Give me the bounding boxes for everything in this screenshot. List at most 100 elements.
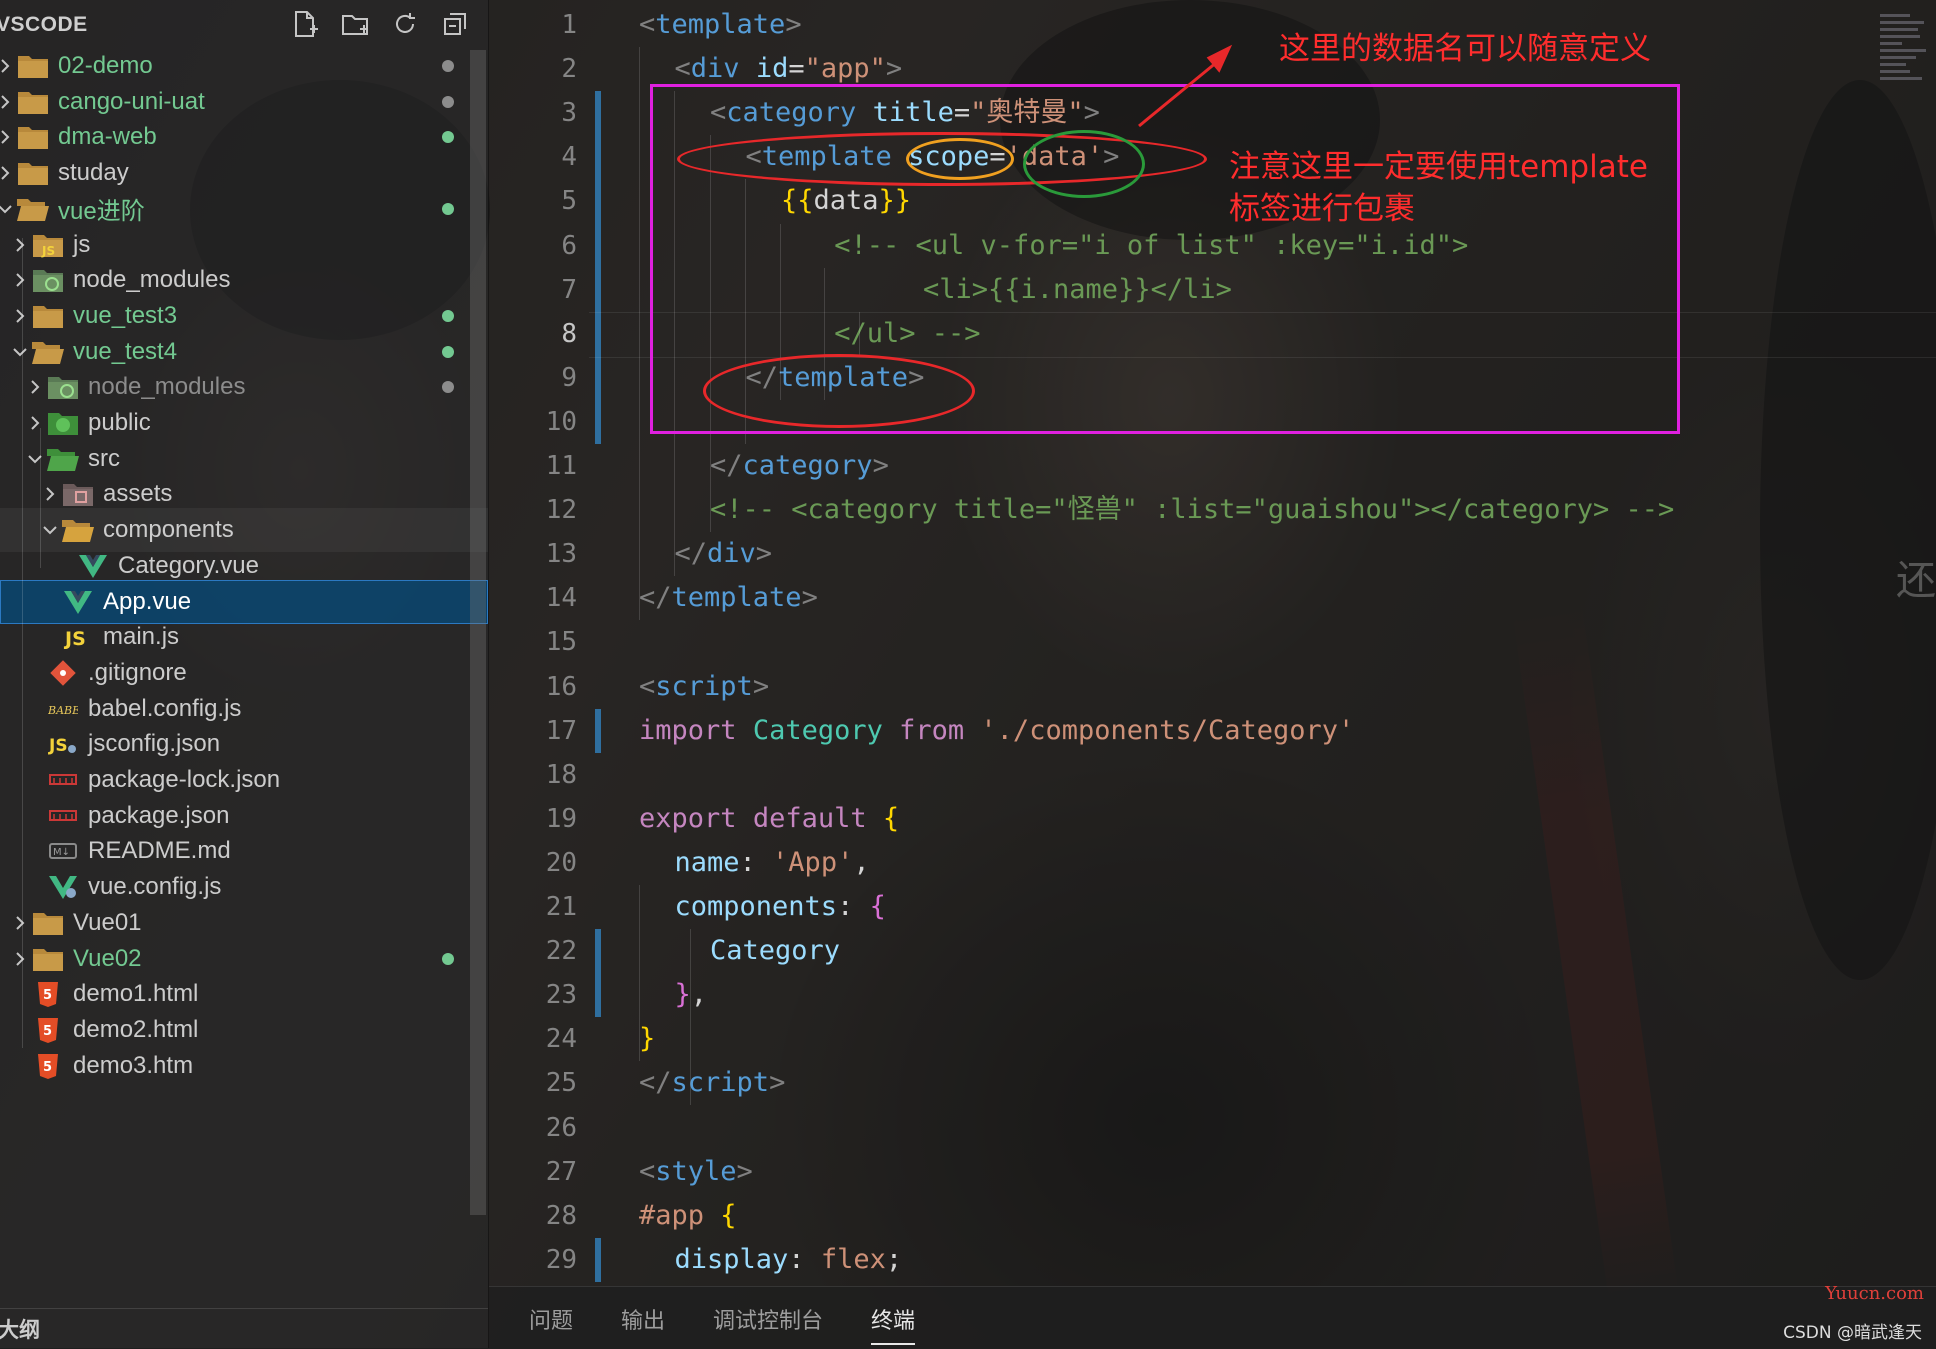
tree-item[interactable]: 5 demo3.htm (0, 1044, 488, 1088)
folder-icon (16, 122, 50, 152)
folder-icon (31, 908, 65, 938)
tree-item-label: babel.config.js (88, 694, 242, 722)
tree-item-label: node_modules (73, 266, 231, 294)
folder-src-icon (46, 444, 80, 474)
tree-item-label: vue_test3 (73, 301, 178, 329)
file-tree: 02-demo cango-uni-uat dma-web studay vue进阶 JS… (0, 48, 488, 1308)
bottom-panel: 问题 输出 调试控制台 终端 Yuucn.com CSDN @暗武逢天 (489, 1283, 1936, 1349)
panel-tabs: 问题 输出 调试控制台 终端 (529, 1303, 916, 1345)
git-status-dot (442, 345, 454, 358)
new-folder-icon[interactable] (340, 8, 370, 40)
tree-item-label: Vue01 (73, 908, 142, 936)
tree-item-label: assets (103, 480, 173, 508)
explorer-title: VSCODE (0, 13, 88, 36)
svg-text:JS: JS (63, 628, 86, 650)
sidebar-scrollbar[interactable] (470, 50, 486, 1215)
git-status-dot (442, 131, 454, 144)
svg-text:M↓: M↓ (53, 847, 70, 858)
npm-icon (46, 765, 80, 795)
watermark-site: Yuucn.com (1825, 1283, 1924, 1304)
tree-indent-guide (40, 428, 41, 568)
tree-item-label: src (88, 444, 120, 472)
svg-text:JS: JS (41, 244, 55, 258)
annotation-arrow (1138, 44, 1233, 128)
folder-open-icon (31, 337, 65, 367)
tree-item-label: Category.vue (118, 551, 259, 579)
annotation-note-side-1: 注意这里一定要使用template (1229, 149, 1648, 185)
panel-tab[interactable]: 输出 (621, 1303, 665, 1345)
tree-item-label: README.md (88, 837, 231, 865)
git-status-dot (442, 952, 454, 965)
refresh-icon[interactable] (390, 8, 420, 40)
annotation-note-top: 这里的数据名可以随意定义 (1279, 31, 1651, 67)
panel-tab[interactable]: 调试控制台 (713, 1303, 823, 1345)
svg-text:BABEL: BABEL (48, 704, 78, 717)
tree-item-label: studay (58, 159, 129, 187)
folder-js-icon: JS (31, 230, 65, 260)
tree-item-label: js (73, 230, 91, 258)
vueconfig-icon (46, 872, 80, 902)
code-editor[interactable]: 1 2 3 4 5 6 7 8 9 10 11 12 13 14 15 16 17 18 19 20 21 22 23 24 2… (489, 0, 1936, 1286)
git-status-dot (442, 202, 454, 215)
folder-components-icon (61, 515, 95, 545)
svg-text:JS: JS (48, 736, 68, 756)
tree-item-label: vue_test4 (73, 337, 178, 365)
outline-section[interactable]: 大纲 (0, 1308, 488, 1349)
folder-icon (16, 51, 50, 81)
git-status-dot (442, 381, 454, 394)
js-icon: JS (61, 622, 95, 652)
tree-item-label: jsconfig.json (88, 730, 221, 758)
npm-icon (46, 801, 80, 831)
folder-open-icon (16, 194, 50, 224)
tree-item-label: cango-uni-uat (58, 87, 205, 115)
tree-item-label: App.vue (103, 587, 192, 615)
tree-item-label: .gitignore (88, 658, 187, 686)
explorer-header: VSCODE (0, 0, 488, 50)
svg-text:5: 5 (43, 1024, 52, 1039)
folder-icon (16, 158, 50, 188)
tree-item-label: package.json (88, 801, 230, 829)
vue-icon (76, 551, 110, 581)
folder-assets-icon (61, 479, 95, 509)
tree-item-label: main.js (103, 623, 180, 651)
tree-item-label: 02-demo (58, 52, 153, 79)
folder-node-icon (31, 265, 65, 295)
html-icon: 5 (31, 979, 65, 1009)
md-icon: M↓ (46, 836, 80, 866)
tree-item-label: node_modules (88, 373, 246, 401)
babel-icon: BABEL (46, 694, 80, 724)
html-icon: 5 (31, 1015, 65, 1045)
tree-item-label: dma-web (58, 123, 157, 151)
tree-indent-guide (22, 238, 23, 1048)
edge-character: 还 (1896, 558, 1936, 604)
vue-icon (61, 587, 95, 617)
folder-icon (31, 301, 65, 331)
explorer-actions (290, 8, 470, 40)
tree-item-label: demo3.htm (73, 1051, 194, 1079)
git-status-dot (442, 95, 454, 108)
jsconfig-icon: JS (46, 729, 80, 759)
svg-text:5: 5 (43, 1060, 52, 1075)
tree-item-label: demo2.html (73, 1015, 199, 1043)
tree-item-label: package-lock.json (88, 766, 281, 793)
panel-tab[interactable]: 问题 (529, 1303, 573, 1345)
folder-icon (16, 87, 50, 117)
tree-item-label: components (103, 516, 234, 544)
folder-public-icon (46, 408, 80, 438)
git-status-dot (442, 309, 454, 322)
panel-tab[interactable]: 终端 (871, 1303, 916, 1345)
folder-icon (31, 944, 65, 974)
annotation-note-side-2: 标签进行包裹 (1229, 191, 1415, 227)
outline-title: 大纲 (0, 1319, 40, 1342)
git-icon (46, 658, 80, 688)
tree-item-label: vue进阶 (58, 198, 145, 226)
collapse-all-icon[interactable] (440, 8, 470, 40)
tree-item-label: public (88, 409, 151, 436)
git-status-dot (442, 60, 454, 72)
explorer-sidebar: VSCODE 02-demo cango-uni-uat dma-web studay… (0, 0, 489, 1348)
watermark: CSDN @暗武逢天 (1783, 1323, 1922, 1343)
tree-item-label: Vue02 (73, 944, 142, 972)
tree-item-label: vue.config.js (88, 873, 222, 901)
new-file-icon[interactable] (290, 8, 320, 40)
